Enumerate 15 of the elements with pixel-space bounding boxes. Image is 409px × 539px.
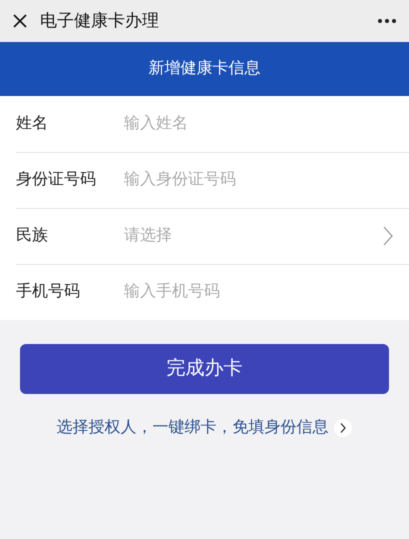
input-field[interactable]: 输入手机号码 xyxy=(124,280,393,304)
header-title: 新增健康卡信息 xyxy=(148,58,260,79)
chevron-icon[interactable] xyxy=(332,418,352,438)
chevron-icon xyxy=(383,226,393,246)
field-label: 身份证号码 xyxy=(16,170,97,190)
field-label: 姓名 xyxy=(16,114,49,134)
close-icon[interactable] xyxy=(12,13,28,29)
input-field[interactable]: 输入身份证号码 xyxy=(124,168,393,192)
submit-button[interactable]: 完成办卡 xyxy=(20,344,389,394)
input-field[interactable]: 输入姓名 xyxy=(124,112,393,136)
authorize-link[interactable]: 选择授权人，一键绑卡，免填身份信息 xyxy=(56,416,328,440)
field-label: 民族 xyxy=(16,226,49,246)
window-title: 电子健康卡办理 xyxy=(40,10,160,32)
field-label: 手机号码 xyxy=(16,282,81,302)
more-icon[interactable] xyxy=(377,18,397,24)
